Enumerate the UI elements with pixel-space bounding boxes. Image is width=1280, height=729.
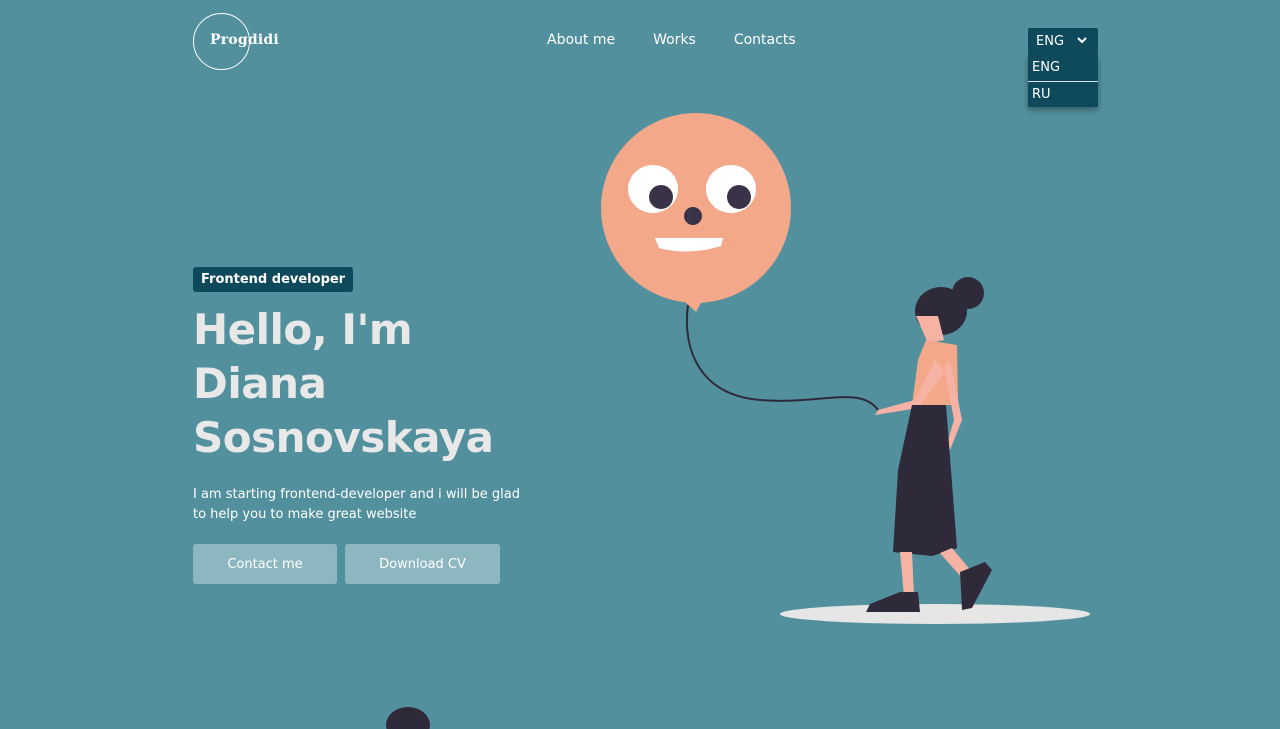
nav-about-me[interactable]: About me [547,32,615,48]
language-menu: ENG RU [1028,55,1098,107]
contact-me-button[interactable]: Contact me [193,544,337,584]
nav-contacts[interactable]: Contacts [734,32,796,48]
intro-text: I am starting frontend-developer and i w… [193,487,520,522]
role-badge: Frontend developer [193,267,354,292]
language-option-eng[interactable]: ENG [1028,55,1098,81]
nav-works[interactable]: Works [653,32,696,48]
balloon-girl-illustration [386,113,1090,729]
language-option-ru[interactable]: RU [1028,81,1098,107]
language-selected: ENG [1036,34,1065,49]
chevron-down-icon [1076,34,1088,49]
download-cv-button[interactable]: Download CV [345,544,500,584]
language-select[interactable]: ENG [1028,28,1098,55]
logo-text[interactable]: Progdidi [210,32,279,48]
page-title: Hello, I'm Diana Sosnovskaya [193,305,494,462]
main-nav: About me Works Contacts [547,32,834,48]
